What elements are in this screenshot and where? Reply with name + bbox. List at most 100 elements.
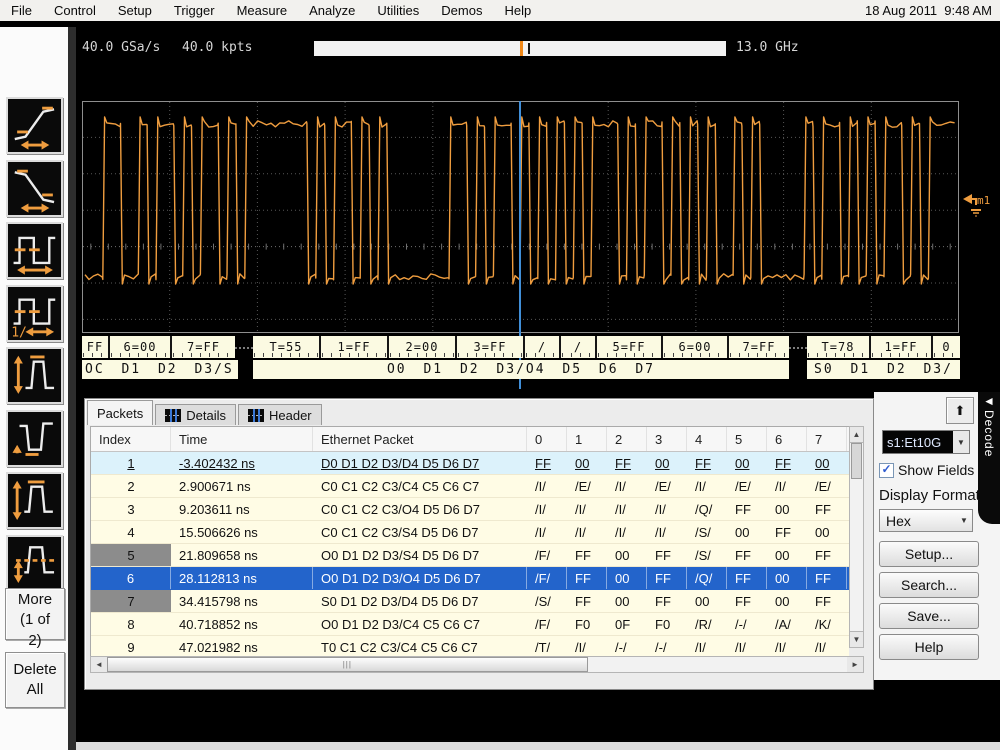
- tab-packets[interactable]: Packets: [87, 400, 153, 425]
- row-index-cell: 6: [91, 567, 171, 589]
- column-header-time[interactable]: Time: [171, 427, 313, 451]
- setup-button[interactable]: Setup...: [879, 541, 979, 567]
- rise-time-button[interactable]: [6, 97, 63, 154]
- packet-row-1[interactable]: 1-3.402432 nsD0 D1 D2 D3/D4 D5 D6 D7FF00…: [91, 452, 849, 475]
- v-average-button[interactable]: [6, 535, 63, 592]
- decode-field: T=78: [807, 336, 871, 358]
- more-button[interactable]: More(1 of 2): [5, 588, 65, 640]
- decode-field: 5=FF: [597, 336, 663, 358]
- column-header-4[interactable]: 4: [687, 427, 727, 451]
- lane-value-cell: FF: [527, 452, 567, 474]
- decode-lane-text-1: OC D1 D2 D3/S: [82, 360, 238, 379]
- scroll-left-button[interactable]: ◄: [91, 657, 107, 672]
- lane-value-cell: /-/: [647, 636, 687, 658]
- dropdown-arrow-icon[interactable]: ▼: [956, 510, 972, 531]
- packet-cell: O0 D1 D2 D3/S4 D5 D6 D7: [313, 544, 527, 566]
- v-peak-peak-icon: [10, 351, 60, 401]
- fall-time-button[interactable]: [6, 160, 63, 217]
- search-button[interactable]: Search...: [879, 572, 979, 598]
- lane-value-cell: /F/: [527, 544, 567, 566]
- acquisition-position-bar[interactable]: [314, 41, 726, 56]
- tab-details[interactable]: Details: [155, 404, 236, 425]
- v-base-button[interactable]: [6, 410, 63, 467]
- lane-value-cell: FF: [647, 590, 687, 612]
- lane-value-cell: 00: [727, 452, 767, 474]
- column-header-2[interactable]: 2: [607, 427, 647, 451]
- lane-value-cell: 00: [767, 590, 807, 612]
- show-fields-label: Show Fields: [898, 462, 974, 478]
- v-top-button[interactable]: [6, 472, 63, 529]
- dropdown-arrow-icon[interactable]: ▼: [953, 431, 969, 453]
- scroll-right-button[interactable]: ►: [847, 657, 863, 672]
- scroll-up-button[interactable]: ▲: [850, 427, 863, 443]
- lane-value-cell: /F/: [527, 567, 567, 589]
- packet-row-7[interactable]: 734.415798 nsS0 D1 D2 D3/D4 D5 D6 D7/S/F…: [91, 590, 849, 613]
- help-button[interactable]: Help: [879, 634, 979, 660]
- menu-measure[interactable]: Measure: [226, 3, 299, 18]
- column-header-7[interactable]: 7: [807, 427, 847, 451]
- column-header-index[interactable]: Index: [91, 427, 171, 451]
- packet-row-5[interactable]: 521.809658 nsO0 D1 D2 D3/S4 D5 D6 D7/F/F…: [91, 544, 849, 567]
- lane-value-cell: FF: [607, 452, 647, 474]
- lane-value-cell: FF: [807, 567, 847, 589]
- lane-value-cell: /I/: [647, 498, 687, 520]
- lane-value-cell: FF: [807, 498, 847, 520]
- tab-header[interactable]: Header: [238, 404, 322, 425]
- menu-utilities[interactable]: Utilities: [366, 3, 430, 18]
- marker-m1[interactable]: m1: [961, 190, 997, 227]
- menu-control[interactable]: Control: [43, 3, 107, 18]
- vertical-scrollbar[interactable]: ▲ ▼: [849, 426, 864, 648]
- waveform-thumbnail-icon: [165, 409, 181, 422]
- packet-table[interactable]: IndexTimeEthernet Packet012345671-3.4024…: [90, 426, 849, 660]
- packet-row-2[interactable]: 22.900671 nsC0 C1 C2 C3/C4 C5 C6 C7/I//E…: [91, 475, 849, 498]
- show-fields-checkbox[interactable]: ✓ Show Fields: [879, 462, 974, 478]
- decode-field: 7=FF: [172, 336, 235, 358]
- column-header-0[interactable]: 0: [527, 427, 567, 451]
- collapse-panel-button[interactable]: ⬆: [946, 397, 974, 424]
- horizontal-scrollbar[interactable]: ◄ ||| ►: [90, 656, 864, 673]
- pulse-width-button[interactable]: [6, 222, 63, 279]
- menu-file[interactable]: File: [0, 3, 43, 18]
- row-index-cell: 3: [91, 498, 171, 520]
- time-cell: 28.112813 ns: [171, 567, 313, 589]
- checkbox-check-icon[interactable]: ✓: [879, 463, 894, 478]
- decode-field: /: [525, 336, 561, 358]
- lane-value-cell: FF: [567, 567, 607, 589]
- frequency-button[interactable]: 1/: [6, 285, 63, 342]
- decode-source-dropdown[interactable]: s1:Et10G ▼: [882, 430, 970, 454]
- column-header-6[interactable]: 6: [767, 427, 807, 451]
- tab-label: Header: [269, 408, 312, 423]
- column-header-1[interactable]: 1: [567, 427, 607, 451]
- column-header-ethernet-packet[interactable]: Ethernet Packet: [313, 427, 527, 451]
- trigger-position-marker[interactable]: [520, 41, 523, 56]
- lane-value-cell: /I/: [767, 475, 807, 497]
- decode-field-segment-1: FF6=007=FF: [82, 336, 235, 358]
- menu-trigger[interactable]: Trigger: [163, 3, 226, 18]
- lane-value-cell: FF: [727, 544, 767, 566]
- decode-field: 3=FF: [457, 336, 525, 358]
- decode-side-tab[interactable]: ◄ Decode: [978, 392, 1000, 524]
- lane-value-cell: 00: [727, 521, 767, 543]
- horizontal-scroll-thumb[interactable]: |||: [107, 657, 588, 672]
- menu-help[interactable]: Help: [493, 3, 542, 18]
- menu-analyze[interactable]: Analyze: [298, 3, 366, 18]
- lane-value-cell: /I/: [767, 636, 807, 658]
- column-header-5[interactable]: 5: [727, 427, 767, 451]
- column-header-3[interactable]: 3: [647, 427, 687, 451]
- scroll-down-button[interactable]: ▼: [850, 631, 863, 647]
- bandwidth-readout: 13.0 GHz: [736, 40, 799, 55]
- packet-row-6[interactable]: 628.112813 nsO0 D1 D2 D3/O4 D5 D6 D7/F/F…: [91, 567, 849, 590]
- save-button[interactable]: Save...: [879, 603, 979, 629]
- decode-field: 1=FF: [871, 336, 933, 358]
- menu-demos[interactable]: Demos: [430, 3, 493, 18]
- time-cell: 15.506626 ns: [171, 521, 313, 543]
- display-format-dropdown[interactable]: Hex ▼: [879, 509, 973, 532]
- menu-setup[interactable]: Setup: [107, 3, 163, 18]
- v-peak-peak-button[interactable]: [6, 347, 63, 404]
- time-cell: 34.415798 ns: [171, 590, 313, 612]
- packet-row-3[interactable]: 39.203611 nsC0 C1 C2 C3/O4 D5 D6 D7/I//I…: [91, 498, 849, 521]
- delete-all-button[interactable]: DeleteAll: [5, 652, 65, 708]
- packet-row-8[interactable]: 840.718852 nsO0 D1 D2 D3/C4 C5 C6 C7/F/F…: [91, 613, 849, 636]
- packet-row-4[interactable]: 415.506626 nsC0 C1 C2 C3/S4 D5 D6 D7/I//…: [91, 521, 849, 544]
- vertical-scroll-thumb[interactable]: [851, 443, 862, 479]
